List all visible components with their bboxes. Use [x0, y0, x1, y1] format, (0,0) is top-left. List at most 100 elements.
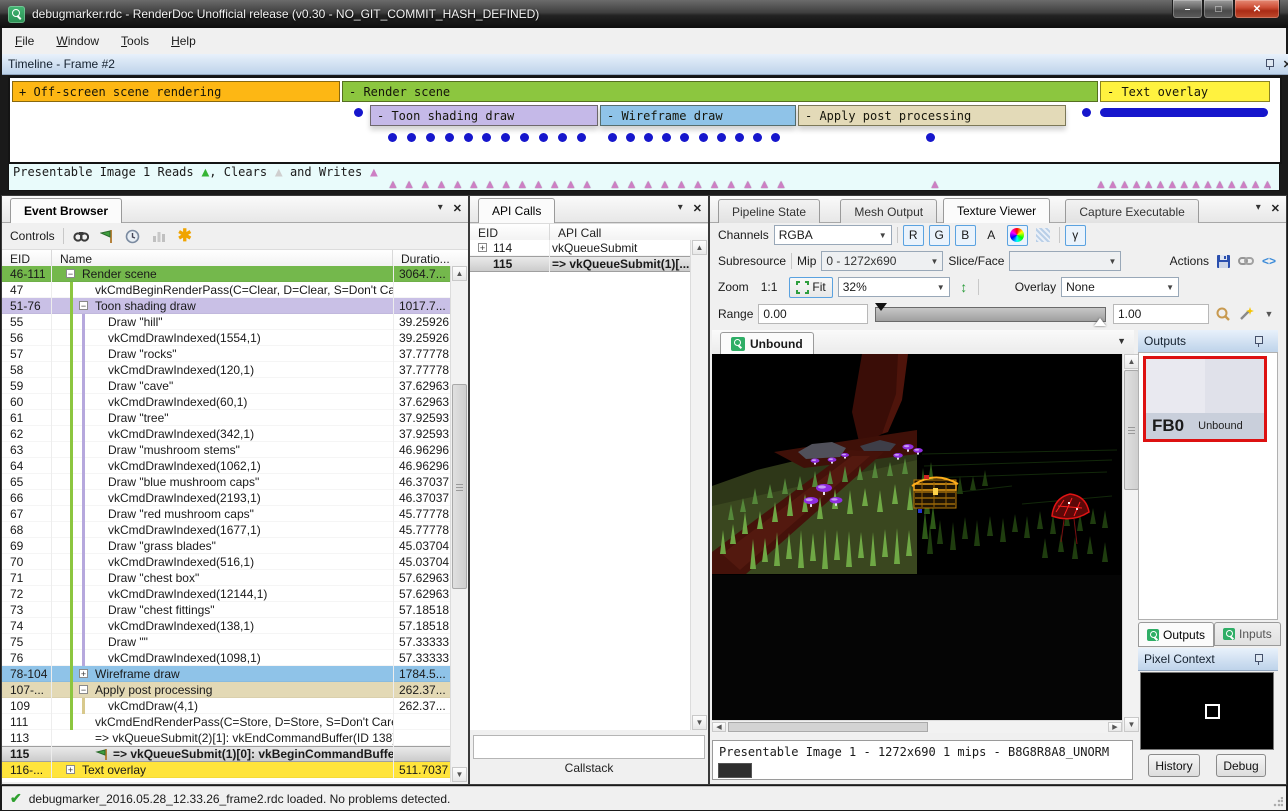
api-calls-scrollbar[interactable]: ▲ ▼: [690, 240, 708, 730]
bookmark-flag-icon[interactable]: [98, 227, 116, 245]
menu-tools[interactable]: Tools: [112, 31, 158, 51]
event-row[interactable]: 74vkCmdDrawIndexed(138,1)57.18518: [2, 618, 451, 634]
timeline-section[interactable]: - Text overlay: [1100, 81, 1270, 102]
histogram-wand-icon[interactable]: [1237, 305, 1255, 323]
timeline-draw-dot[interactable]: [354, 108, 363, 117]
find-icon[interactable]: [72, 227, 90, 245]
mip-select[interactable]: 0 - 1272x690▼: [821, 251, 943, 271]
callstack-list[interactable]: [473, 735, 705, 759]
scroll-up-icon[interactable]: ▲: [452, 266, 467, 281]
event-row[interactable]: 107-...−Apply post processing262.37...: [2, 682, 451, 698]
texture-display[interactable]: [712, 354, 1122, 720]
range-slider[interactable]: [875, 307, 1106, 322]
channel-b-button[interactable]: B: [955, 225, 976, 246]
gamma-button[interactable]: γ: [1065, 225, 1086, 246]
tab-mesh-output[interactable]: Mesh Output: [840, 199, 937, 223]
scroll-up-icon[interactable]: ▲: [1124, 354, 1139, 369]
timeline-draw-dots[interactable]: [608, 133, 780, 142]
fit-button[interactable]: Fit: [789, 277, 832, 298]
range-max-input[interactable]: 1.00: [1113, 304, 1209, 324]
viewer-hscrollbar[interactable]: ◀ ▶: [712, 720, 1122, 733]
timeline-subsection[interactable]: - Toon shading draw: [370, 105, 598, 126]
event-row[interactable]: 65Draw "blue mushroom caps"46.37037: [2, 474, 451, 490]
flip-y-icon[interactable]: ↕: [955, 278, 973, 296]
tab-unbound-texture[interactable]: Unbound: [720, 332, 814, 355]
event-row[interactable]: 68vkCmdDrawIndexed(1677,1)45.77778: [2, 522, 451, 538]
event-row[interactable]: 55Draw "hill"39.25926: [2, 314, 451, 330]
chevron-down-icon[interactable]: ▼: [1117, 336, 1126, 346]
timeline-subsection[interactable]: - Apply post processing: [798, 105, 1066, 126]
colorwheel-button[interactable]: [1007, 225, 1028, 246]
alpha-checker-button[interactable]: [1033, 225, 1054, 246]
timeline-draw-dots[interactable]: [388, 133, 586, 142]
channel-g-button[interactable]: G: [929, 225, 950, 246]
event-row[interactable]: 56vkCmdDrawIndexed(1554,1)39.25926: [2, 330, 451, 346]
event-row[interactable]: 76vkCmdDrawIndexed(1098,1)57.33333: [2, 650, 451, 666]
pin-icon[interactable]: [1253, 335, 1264, 347]
timeline-chart[interactable]: + Off-screen scene rendering- Render sce…: [8, 76, 1282, 164]
goto-resource-icon[interactable]: <>: [1260, 252, 1278, 270]
event-row[interactable]: 66vkCmdDrawIndexed(2193,1)46.37037: [2, 490, 451, 506]
time-icon[interactable]: [124, 227, 142, 245]
event-row[interactable]: 60vkCmdDrawIndexed(60,1)37.62963: [2, 394, 451, 410]
stats-icon[interactable]: [150, 227, 168, 245]
chevron-down-icon[interactable]: ▾: [438, 202, 443, 215]
resize-grip[interactable]: [1273, 797, 1283, 807]
close-icon[interactable]: ✕: [1271, 202, 1280, 215]
scroll-right-icon[interactable]: ▶: [1108, 722, 1122, 732]
expand-icon[interactable]: +: [79, 669, 88, 678]
event-row[interactable]: 111vkCmdEndRenderPass(C=Store, D=Store, …: [2, 714, 451, 730]
event-row[interactable]: 69Draw "grass blades"45.03704: [2, 538, 451, 554]
range-black-handle[interactable]: [875, 303, 887, 311]
event-browser-scrollbar[interactable]: ▲ ▼: [450, 266, 468, 782]
save-icon[interactable]: [1214, 252, 1232, 270]
timeline-draw-bar[interactable]: [1100, 108, 1268, 117]
link-icon[interactable]: [1237, 252, 1255, 270]
zoom-1-1-button[interactable]: 1:1: [754, 277, 785, 298]
event-row[interactable]: 75Draw ""57.33333: [2, 634, 451, 650]
menu-help[interactable]: Help: [162, 31, 205, 51]
scroll-up-icon[interactable]: ▲: [692, 240, 707, 255]
tab-event-browser[interactable]: Event Browser: [10, 198, 122, 223]
api-call-row[interactable]: +114vkQueueSubmit: [470, 240, 691, 256]
zoom-select[interactable]: 32%▼: [838, 277, 950, 297]
scrollbar-thumb[interactable]: [452, 384, 467, 589]
overlay-select[interactable]: None▼: [1061, 277, 1179, 297]
close-icon[interactable]: ✕: [1283, 58, 1288, 71]
event-row[interactable]: 67Draw "red mushroom caps"45.77778: [2, 506, 451, 522]
event-row[interactable]: 57Draw "rocks"37.77778: [2, 346, 451, 362]
expand-icon[interactable]: +: [66, 765, 75, 774]
event-row[interactable]: 73Draw "chest fittings"57.18518: [2, 602, 451, 618]
chevron-down-icon[interactable]: ▾: [678, 202, 683, 215]
event-row[interactable]: 64vkCmdDrawIndexed(1062,1)46.96296: [2, 458, 451, 474]
channel-r-button[interactable]: R: [903, 225, 924, 246]
scroll-left-icon[interactable]: ◀: [712, 722, 726, 732]
event-row[interactable]: 113=> vkQueueSubmit(2)[1]: vkEndCommandB…: [2, 730, 451, 746]
event-row[interactable]: 71Draw "chest box"57.62963: [2, 570, 451, 586]
event-row[interactable]: 59Draw "cave"37.62963: [2, 378, 451, 394]
event-row[interactable]: 70vkCmdDrawIndexed(516,1)45.03704: [2, 554, 451, 570]
tab-outputs[interactable]: Outputs: [1138, 622, 1214, 647]
timeline-section[interactable]: - Render scene: [342, 81, 1098, 102]
scroll-down-icon[interactable]: ▼: [1124, 717, 1139, 732]
chevron-down-icon[interactable]: ▾: [1256, 202, 1261, 215]
menu-file[interactable]: File: [6, 31, 43, 51]
range-min-input[interactable]: 0.00: [758, 304, 868, 324]
timeline-draw-dots[interactable]: [926, 133, 936, 142]
close-button[interactable]: ✕: [1234, 0, 1280, 19]
channels-select[interactable]: RGBA▼: [774, 225, 892, 245]
event-row[interactable]: 72vkCmdDrawIndexed(12144,1)57.62963: [2, 586, 451, 602]
close-icon[interactable]: ✕: [453, 202, 462, 215]
timeline-section[interactable]: + Off-screen scene rendering: [12, 81, 340, 102]
autofit-magnifier-icon[interactable]: [1214, 305, 1232, 323]
event-row[interactable]: 51-76−Toon shading draw1017.7...: [2, 298, 451, 314]
slice-face-select[interactable]: ▼: [1009, 251, 1121, 271]
fb0-thumbnail[interactable]: FB0 Unbound: [1143, 356, 1267, 442]
close-icon[interactable]: ✕: [693, 202, 702, 215]
event-row[interactable]: 58vkCmdDrawIndexed(120,1)37.77778: [2, 362, 451, 378]
collapse-icon[interactable]: −: [79, 301, 88, 310]
debug-button[interactable]: Debug: [1216, 754, 1266, 777]
api-call-row[interactable]: 115=> vkQueueSubmit(1)[...: [470, 256, 691, 272]
history-button[interactable]: History: [1148, 754, 1200, 777]
tab-capture-executable[interactable]: Capture Executable: [1065, 199, 1198, 223]
